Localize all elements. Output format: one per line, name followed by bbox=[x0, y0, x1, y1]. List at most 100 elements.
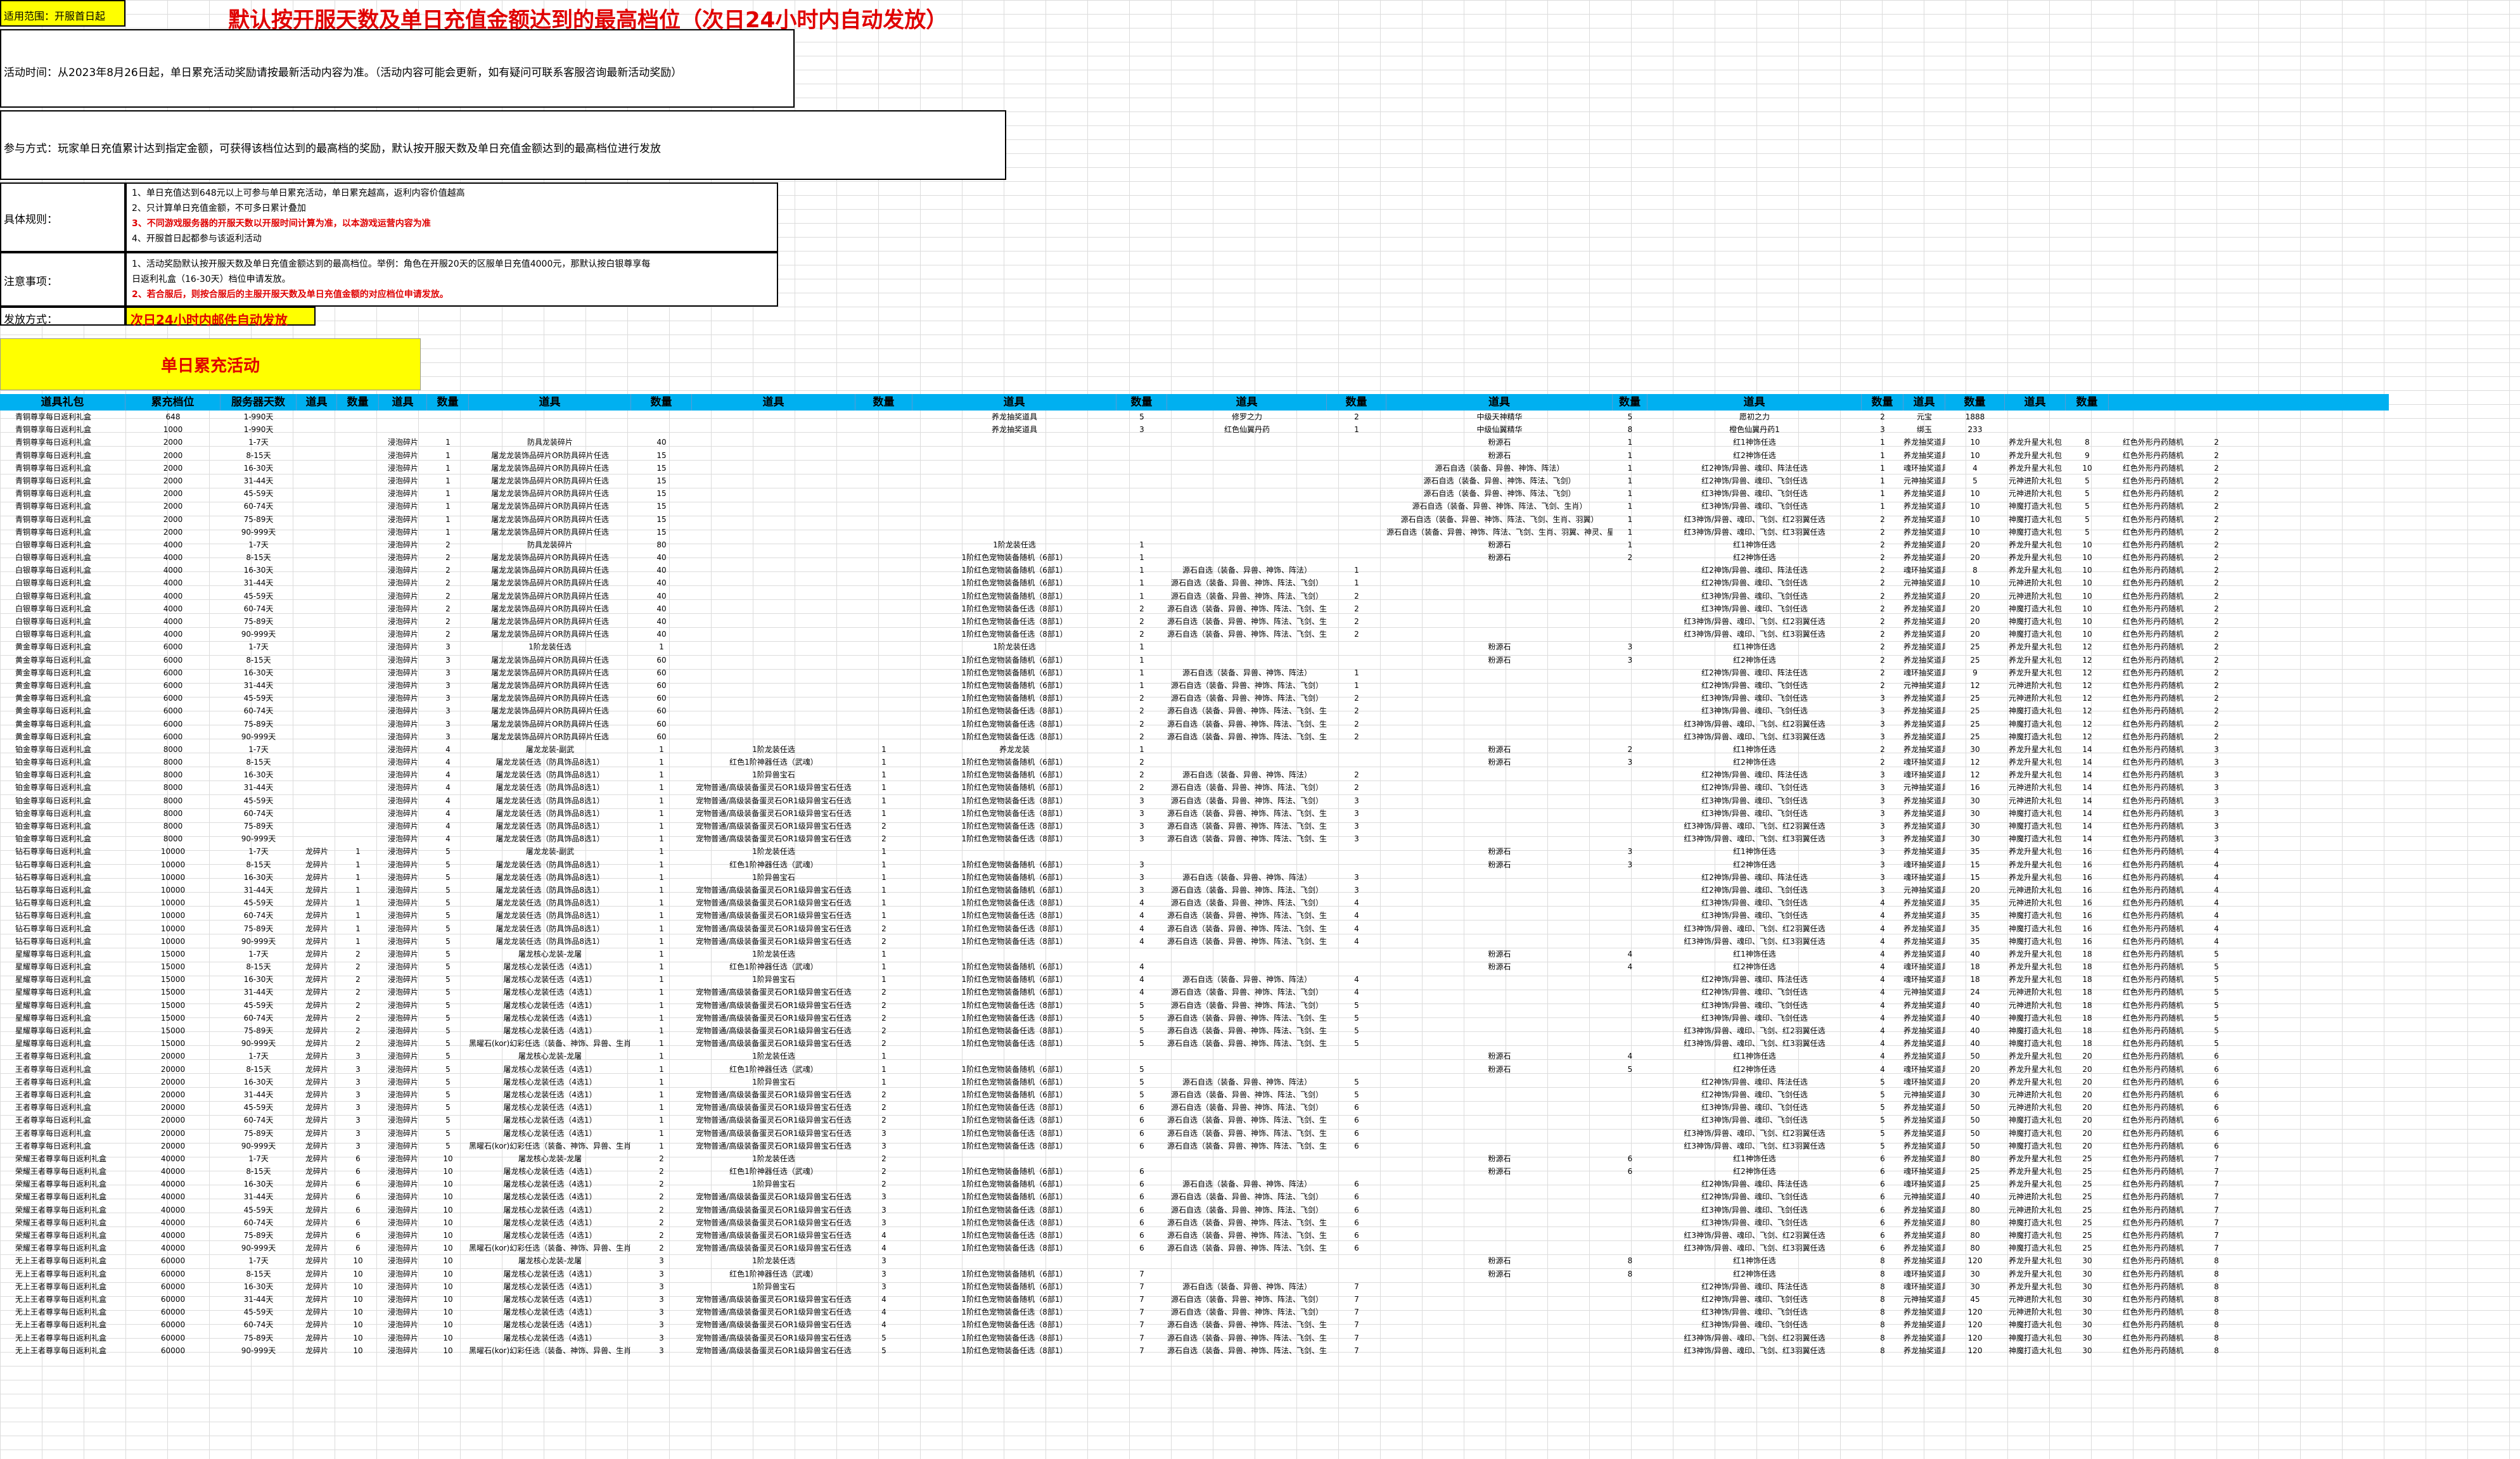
table-cell bbox=[1167, 449, 1327, 462]
table-cell: 5 bbox=[2214, 1039, 2219, 1048]
table-cell: 2 bbox=[2214, 694, 2219, 703]
table-cell: 2 bbox=[2214, 463, 2219, 473]
table-cell bbox=[912, 1050, 1116, 1062]
table-cell: 10 bbox=[2082, 463, 2092, 473]
table-cell bbox=[297, 794, 337, 807]
table-cell: 屠龙龙装饰品碎片OR防具碎片任选 bbox=[491, 553, 609, 563]
activity-banner: 单日累充活动 bbox=[0, 338, 421, 390]
table-cell bbox=[1386, 1318, 1613, 1331]
table-row: 星耀尊享每日返利礼盒 15000 60-74天 龙碎片 2 浸泡碎片 5 屠龙核心龙装任选（4… bbox=[0, 1012, 2520, 1024]
table-cell: 源石自选（装备、异兽、神饰、阵法、飞剑） bbox=[1170, 1205, 1323, 1214]
table-cell: 6 bbox=[1139, 1192, 1144, 1202]
table-cell: 元神进阶大礼包 bbox=[2008, 476, 2062, 485]
table-cell: 3 bbox=[1139, 425, 1144, 435]
table-cell bbox=[1386, 1242, 1613, 1254]
table-cell: 1阶龙装任选 bbox=[752, 744, 795, 754]
table-cell: 40 bbox=[656, 553, 667, 563]
table-row: 星耀尊享每日返利礼盒 15000 1-7天 龙碎片 2 浸泡碎片 5 屠龙核心龙装-龙屠 1 1阶… bbox=[0, 948, 2520, 960]
table-cell bbox=[1613, 1318, 1647, 1331]
table-cell: 2 bbox=[881, 1116, 886, 1125]
table-cell: 20 bbox=[1970, 1064, 1980, 1074]
table-cell: 白银尊享每日返利礼盒 bbox=[15, 540, 92, 549]
table-cell: 4000 bbox=[163, 617, 183, 626]
table-cell: 1阶红色宠物装备随机（6部1） bbox=[961, 770, 1068, 780]
table-cell: 1 bbox=[659, 770, 664, 780]
table-cell bbox=[1167, 1268, 1327, 1280]
table-cell bbox=[855, 487, 912, 500]
table-cell: 2 bbox=[2214, 540, 2219, 549]
table-cell: 1-7天 bbox=[248, 1154, 269, 1163]
table-cell bbox=[1613, 871, 1647, 884]
table-cell: 4 bbox=[1139, 911, 1144, 921]
table-cell bbox=[337, 756, 379, 768]
table-cell: 3 bbox=[445, 642, 451, 652]
table-cell: 60000 bbox=[160, 1282, 186, 1291]
table-cell: 2 bbox=[1880, 655, 1885, 665]
table-cell bbox=[692, 692, 855, 704]
table-cell: 10000 bbox=[160, 911, 186, 921]
table-cell: 养龙升星大礼包 bbox=[2008, 1077, 2062, 1086]
table-cell: 红色外形丹药随机 bbox=[2122, 1103, 2184, 1112]
table-cell: 2 bbox=[2214, 719, 2219, 729]
table-cell: 2 bbox=[1354, 719, 1359, 729]
table-cell: 1 bbox=[1139, 642, 1144, 652]
table-cell: 16 bbox=[1970, 783, 1980, 793]
table-cell: 2 bbox=[1139, 694, 1144, 703]
table-cell: 屠龙龙装饰品碎片OR防具碎片任选 bbox=[491, 476, 609, 485]
table-cell bbox=[297, 666, 337, 679]
table-cell: 3 bbox=[881, 1192, 886, 1202]
table-cell: 2 bbox=[2214, 617, 2219, 626]
table-cell: 龙碎片 bbox=[305, 1244, 328, 1253]
table-cell bbox=[1167, 756, 1327, 768]
table-cell: 6000 bbox=[163, 694, 183, 703]
table-cell: 屠龙龙装饰品碎片OR防具碎片任选 bbox=[491, 617, 609, 626]
table-cell: 防具龙装碎片 bbox=[527, 540, 573, 549]
header-cell: 数量 bbox=[2066, 394, 2109, 411]
table-cell: 荣耀王者尊享每日返利礼盒 bbox=[15, 1218, 107, 1227]
table-cell bbox=[297, 743, 337, 756]
table-cell: 2 bbox=[1880, 630, 1885, 639]
table-cell: 3 bbox=[355, 1090, 361, 1099]
rule-1: 1、单日充值达到648元以上可参与单日累充活动，单日累充越高，返利内容价值越高 bbox=[132, 188, 465, 198]
table-cell bbox=[1613, 768, 1647, 781]
table-cell bbox=[1613, 692, 1647, 704]
table-cell bbox=[1613, 1280, 1647, 1293]
table-cell: 神魔打造大礼包 bbox=[2008, 1116, 2062, 1125]
table-cell bbox=[337, 526, 379, 538]
table-cell: 神魔打造大礼包 bbox=[2008, 604, 2062, 613]
table-cell: 10000 bbox=[160, 860, 186, 869]
table-cell: 25 bbox=[2082, 1218, 2092, 1227]
table-cell bbox=[297, 730, 337, 743]
table-cell bbox=[297, 538, 337, 551]
table-cell: 1 bbox=[1627, 438, 1633, 447]
table-cell: 源石自选（装备、异兽、神饰、阵法、飞剑、生肖、羽翼、神灵、星命） bbox=[1167, 834, 1327, 844]
table-cell: 屠龙龙装任选（防具饰品8选1） bbox=[496, 796, 604, 805]
table-cell bbox=[855, 551, 912, 564]
table-cell: 15 bbox=[656, 463, 667, 473]
header-cell: 道具 bbox=[469, 394, 631, 411]
table-cell: 屠龙龙装任选（防具饰品8选1） bbox=[496, 924, 604, 933]
table-cell: 16-30天 bbox=[243, 668, 274, 677]
table-cell bbox=[855, 640, 912, 653]
table-cell: 2 bbox=[355, 1013, 361, 1023]
table-cell bbox=[855, 666, 912, 679]
table-row: 青铜尊享每日返利礼盒 2000 45-59天 浸泡碎片 1 屠龙龙装饰品碎片OR防具碎片任… bbox=[0, 487, 2520, 500]
table-cell: 浸泡碎片 bbox=[387, 578, 418, 588]
table-cell: 2 bbox=[1880, 514, 1885, 524]
table-cell: 1 bbox=[659, 642, 664, 652]
table-cell bbox=[692, 538, 855, 551]
table-cell: 2 bbox=[1880, 591, 1885, 601]
table-cell: 屠龙核心龙装-龙屠 bbox=[518, 1154, 582, 1163]
table-cell bbox=[1167, 1050, 1327, 1062]
table-cell: 浸泡碎片 bbox=[387, 1026, 418, 1035]
table-cell: 白银尊享每日返利礼盒 bbox=[15, 591, 92, 601]
table-cell: 8 bbox=[2214, 1282, 2219, 1291]
table-cell bbox=[692, 462, 855, 475]
table-cell: 红1神饰任选 bbox=[1733, 1154, 1776, 1163]
table-cell: 浸泡碎片 bbox=[387, 514, 418, 524]
table-cell: 红2神饰/异兽、魂印、阵法任选 bbox=[1701, 668, 1808, 677]
table-cell: 屠龙龙装任选（防具饰品8选1） bbox=[496, 758, 604, 767]
table-cell: 4 bbox=[881, 1294, 886, 1304]
table-cell: 10 bbox=[443, 1180, 453, 1189]
table-cell: 1阶红色宠物装备随机（6部1） bbox=[961, 1180, 1068, 1189]
